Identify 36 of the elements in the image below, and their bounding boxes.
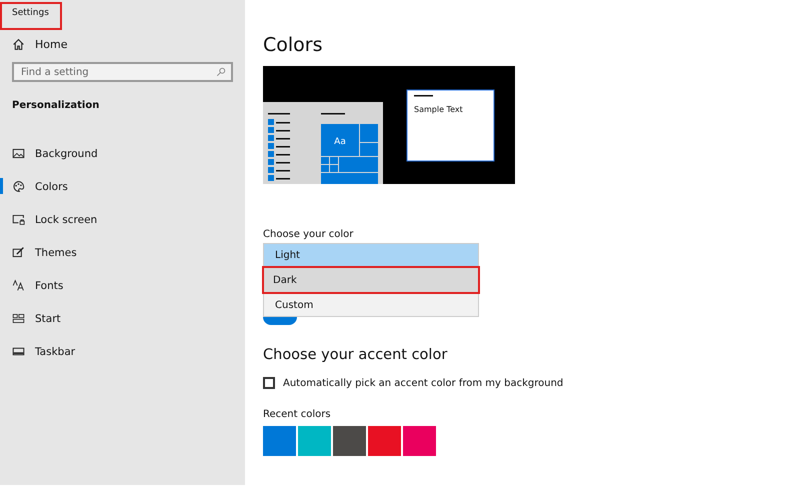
recent-colors-label: Recent colors <box>263 409 332 420</box>
color-swatch[interactable] <box>368 426 401 456</box>
dropdown-option[interactable]: Custom <box>264 294 478 316</box>
color-swatch[interactable] <box>263 426 296 456</box>
window-title: Settings <box>0 2 62 30</box>
tile-text: Aa <box>334 137 346 147</box>
search-field[interactable]: Find a setting <box>12 62 233 82</box>
fonts-icon <box>12 279 25 292</box>
checkbox-label: Automatically pick an accent color from my background <box>283 378 564 388</box>
home-icon <box>12 38 25 50</box>
dropdown-option[interactable]: Dark <box>262 266 480 294</box>
sidebar-item[interactable]: Themes <box>0 236 245 269</box>
sidebar-item[interactable]: Fonts <box>0 269 245 302</box>
search-icon <box>216 67 226 77</box>
checkbox[interactable] <box>263 377 275 389</box>
sidebar-item[interactable]: Taskbar <box>0 335 245 368</box>
section-heading: Choose your accent color <box>263 347 448 363</box>
picture-icon <box>12 147 25 160</box>
taskbar-icon <box>12 345 25 358</box>
dropdown-option[interactable]: Light <box>264 244 478 266</box>
lock-screen-icon <box>12 213 25 226</box>
sidebar-item[interactable]: Lock screen <box>0 203 245 236</box>
brush-icon <box>12 246 25 259</box>
sidebar-item[interactable]: Start <box>0 302 245 335</box>
choose-color-label: Choose your color <box>263 229 354 240</box>
sidebar-item[interactable]: Background <box>0 137 245 170</box>
color-swatch[interactable] <box>333 426 366 456</box>
page-title: Colors <box>263 34 324 56</box>
color-swatch[interactable] <box>403 426 436 456</box>
sample-text: Sample Text <box>414 105 463 114</box>
start-icon <box>12 312 25 325</box>
home-link[interactable]: Home <box>0 30 245 58</box>
palette-icon <box>12 180 25 193</box>
section-heading: Personalization <box>11 99 100 113</box>
color-swatch[interactable] <box>298 426 331 456</box>
sidebar-item[interactable]: Colors <box>0 170 245 203</box>
